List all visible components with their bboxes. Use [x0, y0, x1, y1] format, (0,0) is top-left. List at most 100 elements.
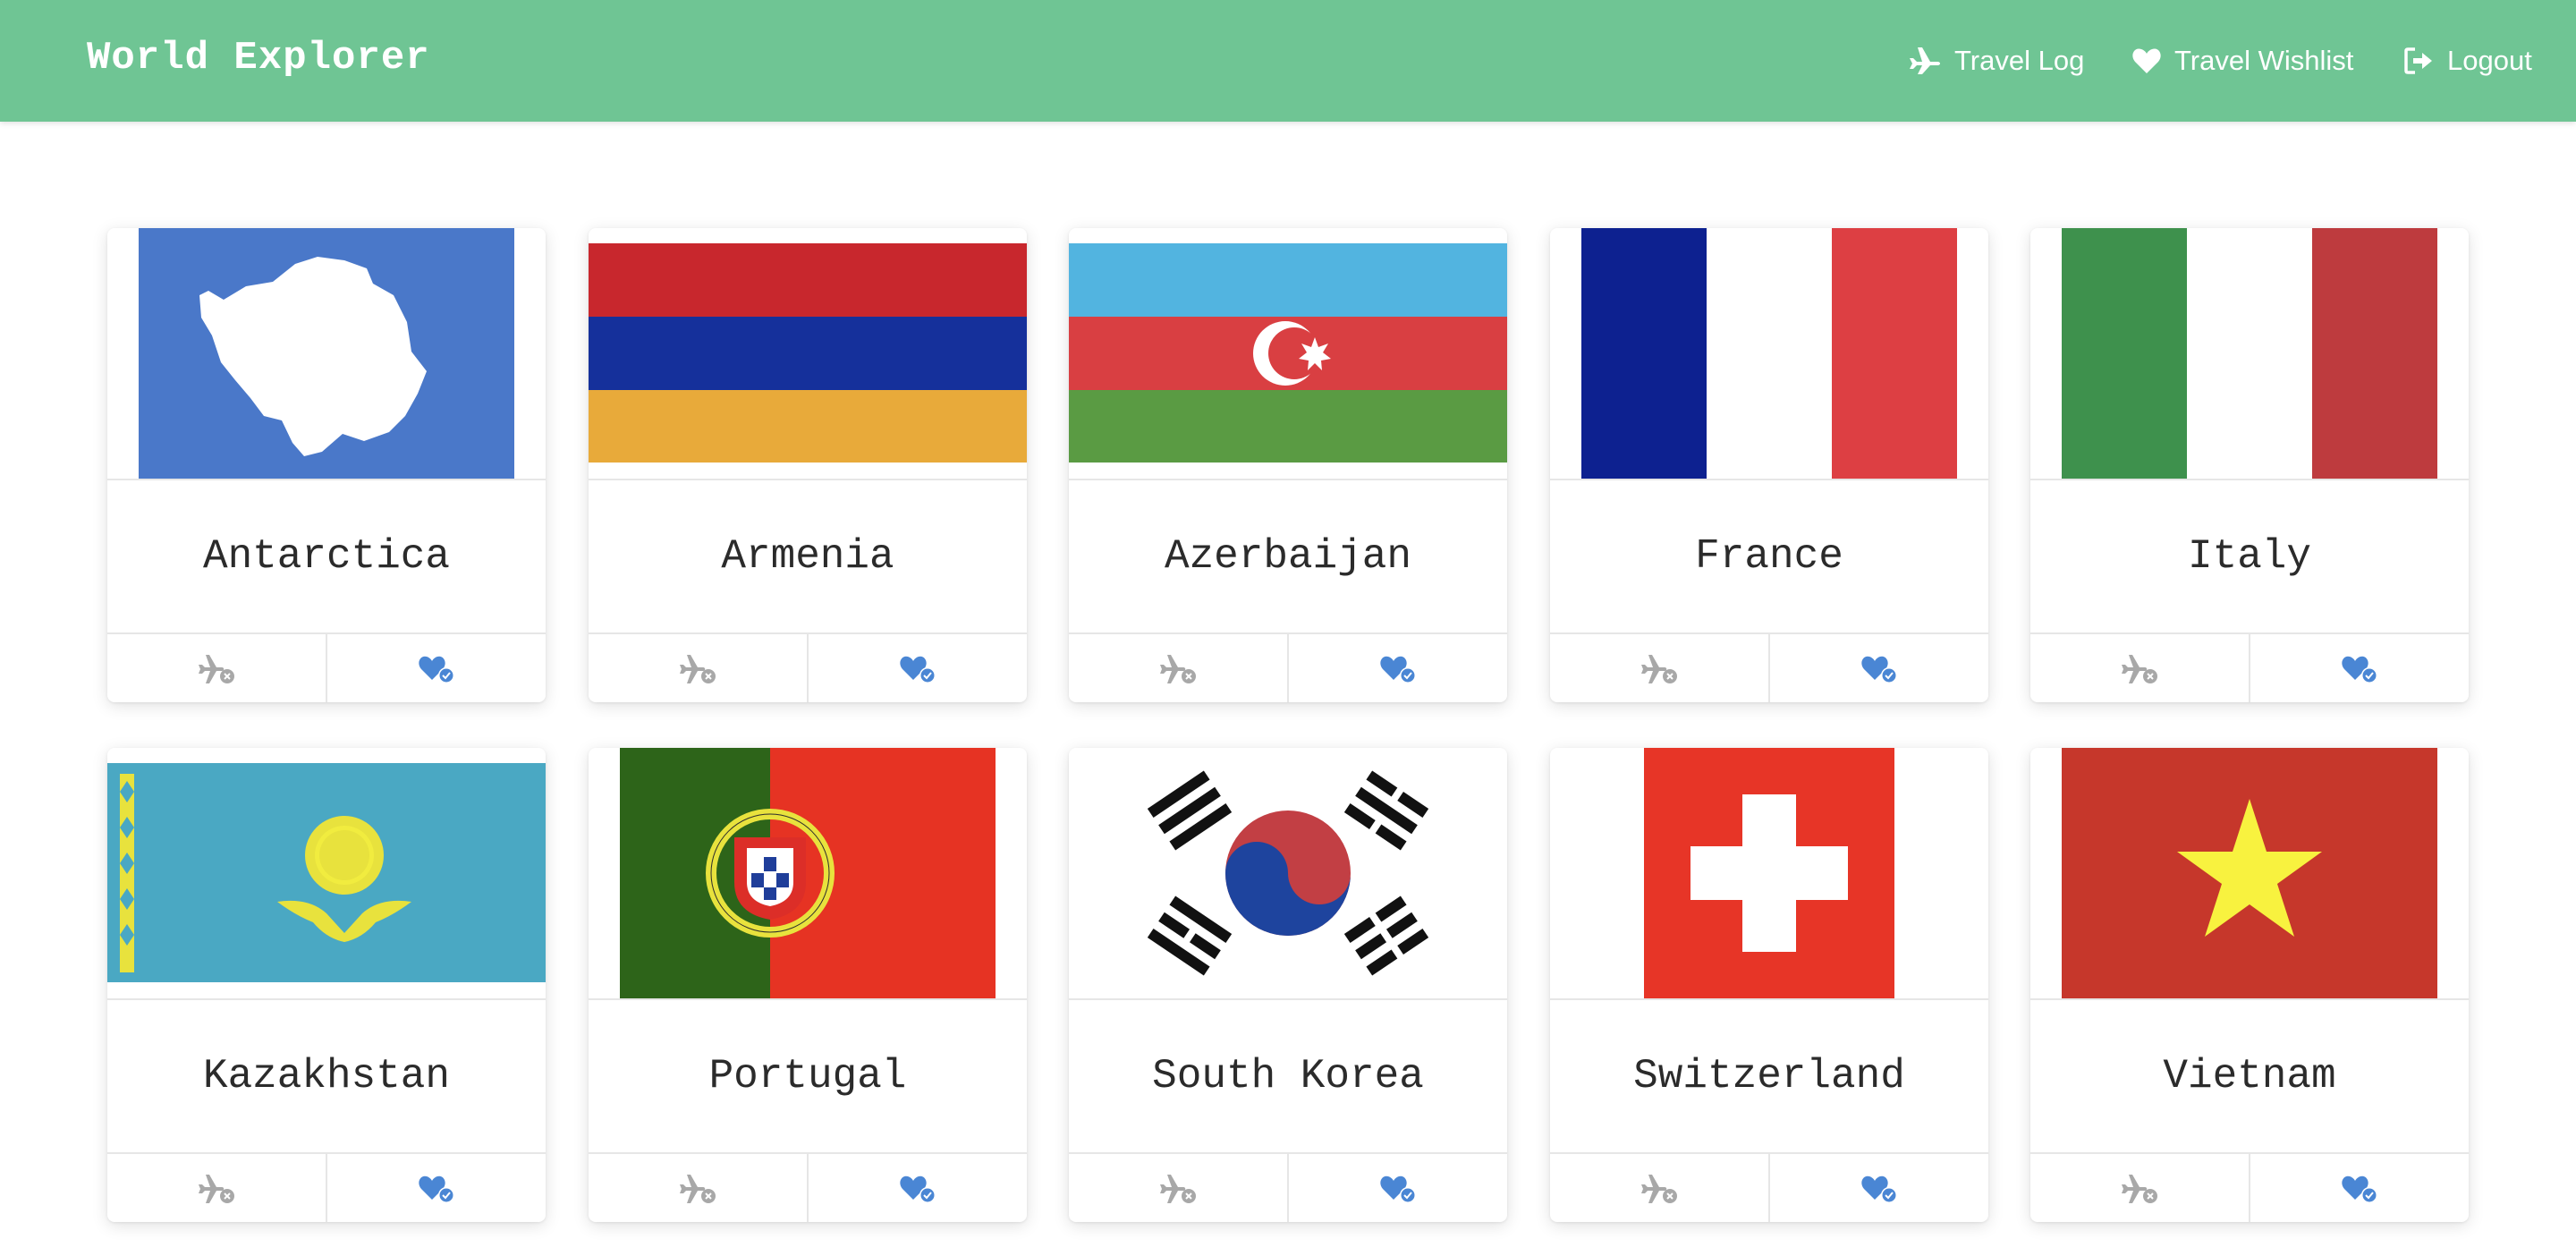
country-card: France [1550, 228, 1988, 702]
sign-out-icon [2404, 47, 2432, 74]
heart-check-icon [900, 656, 936, 683]
flag-container [107, 748, 546, 1000]
country-name: Switzerland [1633, 1053, 1905, 1099]
heart-check-icon [2342, 656, 2377, 683]
mark-visited-button[interactable] [1550, 1154, 1768, 1222]
heart-check-icon [419, 656, 454, 683]
plane-x-icon [2122, 1175, 2157, 1203]
add-wishlist-button[interactable] [1768, 1154, 1988, 1222]
plane-x-icon [1160, 1175, 1196, 1203]
country-card: South Korea [1069, 748, 1507, 1222]
heart-check-icon [900, 1175, 936, 1203]
nav-travel-wishlist[interactable]: Travel Wishlist [2131, 39, 2353, 82]
country-name: Vietnam [2163, 1053, 2336, 1099]
add-wishlist-button[interactable] [2249, 1154, 2469, 1222]
plane-x-icon [680, 655, 716, 683]
country-card: Kazakhstan [107, 748, 546, 1222]
country-card: Armenia [589, 228, 1027, 702]
plane-x-icon [1641, 1175, 1677, 1203]
switzerland-flag [1644, 748, 1894, 998]
card-actions [589, 632, 1027, 702]
add-wishlist-button[interactable] [1287, 1154, 1507, 1222]
nav-travel-log[interactable]: Travel Log [1908, 39, 2084, 82]
card-actions [107, 1152, 546, 1222]
plane-x-icon [1160, 655, 1196, 683]
flag-container [1550, 228, 1988, 480]
country-card: Italy [2030, 228, 2469, 702]
nav-travel-log-label: Travel Log [1954, 45, 2085, 76]
card-actions [1550, 1152, 1988, 1222]
plane-x-icon [1641, 655, 1677, 683]
azerbaijan-flag [1069, 243, 1507, 463]
add-wishlist-button[interactable] [1768, 634, 1988, 702]
antarctica-flag [139, 228, 514, 479]
vietnam-flag [2062, 748, 2437, 998]
country-name: South Korea [1152, 1053, 1424, 1099]
italy-flag [2062, 228, 2437, 479]
flag-container [589, 228, 1027, 480]
country-name: Azerbaijan [1164, 533, 1412, 580]
country-name: Portugal [708, 1053, 907, 1099]
card-actions [107, 632, 546, 702]
plane-x-icon [199, 1175, 234, 1203]
country-card: Antarctica [107, 228, 546, 702]
country-name: Antarctica [202, 533, 451, 580]
country-card: Azerbaijan [1069, 228, 1507, 702]
add-wishlist-button[interactable] [2249, 634, 2469, 702]
flag-container [2030, 748, 2469, 1000]
nav-logout[interactable]: Logout [2404, 39, 2532, 82]
country-card: Vietnam [2030, 748, 2469, 1222]
flag-container [1069, 748, 1507, 1000]
add-wishlist-button[interactable] [326, 634, 546, 702]
nav-travel-wishlist-label: Travel Wishlist [2174, 45, 2354, 76]
mark-visited-button[interactable] [1550, 634, 1768, 702]
mark-visited-button[interactable] [1069, 1154, 1287, 1222]
country-name: Italy [2187, 533, 2312, 580]
add-wishlist-button[interactable] [326, 1154, 546, 1222]
heart-check-icon [1861, 656, 1897, 683]
heart-check-icon [1380, 1175, 1416, 1203]
flag-container [1069, 228, 1507, 480]
armenia-flag [589, 243, 1027, 463]
heart-check-icon [1861, 1175, 1897, 1203]
mark-visited-button[interactable] [107, 1154, 326, 1222]
card-actions [2030, 1152, 2469, 1222]
heart-icon [2132, 48, 2161, 73]
country-card: Portugal [589, 748, 1027, 1222]
top-navbar: World Explorer Travel Log Travel Wishlis… [0, 0, 2576, 122]
country-name: Armenia [721, 533, 894, 580]
card-actions [2030, 632, 2469, 702]
france-flag [1581, 228, 1957, 479]
plane-x-icon [2122, 655, 2157, 683]
country-card: Switzerland [1550, 748, 1988, 1222]
plane-x-icon [680, 1175, 716, 1203]
mark-visited-button[interactable] [2030, 1154, 2249, 1222]
heart-check-icon [1380, 656, 1416, 683]
add-wishlist-button[interactable] [1287, 634, 1507, 702]
card-actions [589, 1152, 1027, 1222]
heart-check-icon [2342, 1175, 2377, 1203]
kazakhstan-flag [107, 763, 546, 982]
country-name: Kazakhstan [202, 1053, 451, 1099]
flag-container [2030, 228, 2469, 480]
brand-title[interactable]: World Explorer [87, 36, 430, 81]
card-actions [1069, 632, 1507, 702]
flag-container [107, 228, 546, 480]
card-actions [1069, 1152, 1507, 1222]
mark-visited-button[interactable] [2030, 634, 2249, 702]
add-wishlist-button[interactable] [807, 1154, 1027, 1222]
flag-container [1550, 748, 1988, 1000]
heart-check-icon [419, 1175, 454, 1203]
add-wishlist-button[interactable] [807, 634, 1027, 702]
mark-visited-button[interactable] [589, 1154, 807, 1222]
nav-logout-label: Logout [2447, 45, 2532, 76]
plane-x-icon [199, 655, 234, 683]
flag-container [589, 748, 1027, 1000]
mark-visited-button[interactable] [107, 634, 326, 702]
card-actions [1550, 632, 1988, 702]
south-korea-flag [1100, 748, 1476, 998]
mark-visited-button[interactable] [589, 634, 807, 702]
country-name: France [1695, 533, 1843, 580]
plane-icon [1910, 47, 1940, 74]
mark-visited-button[interactable] [1069, 634, 1287, 702]
